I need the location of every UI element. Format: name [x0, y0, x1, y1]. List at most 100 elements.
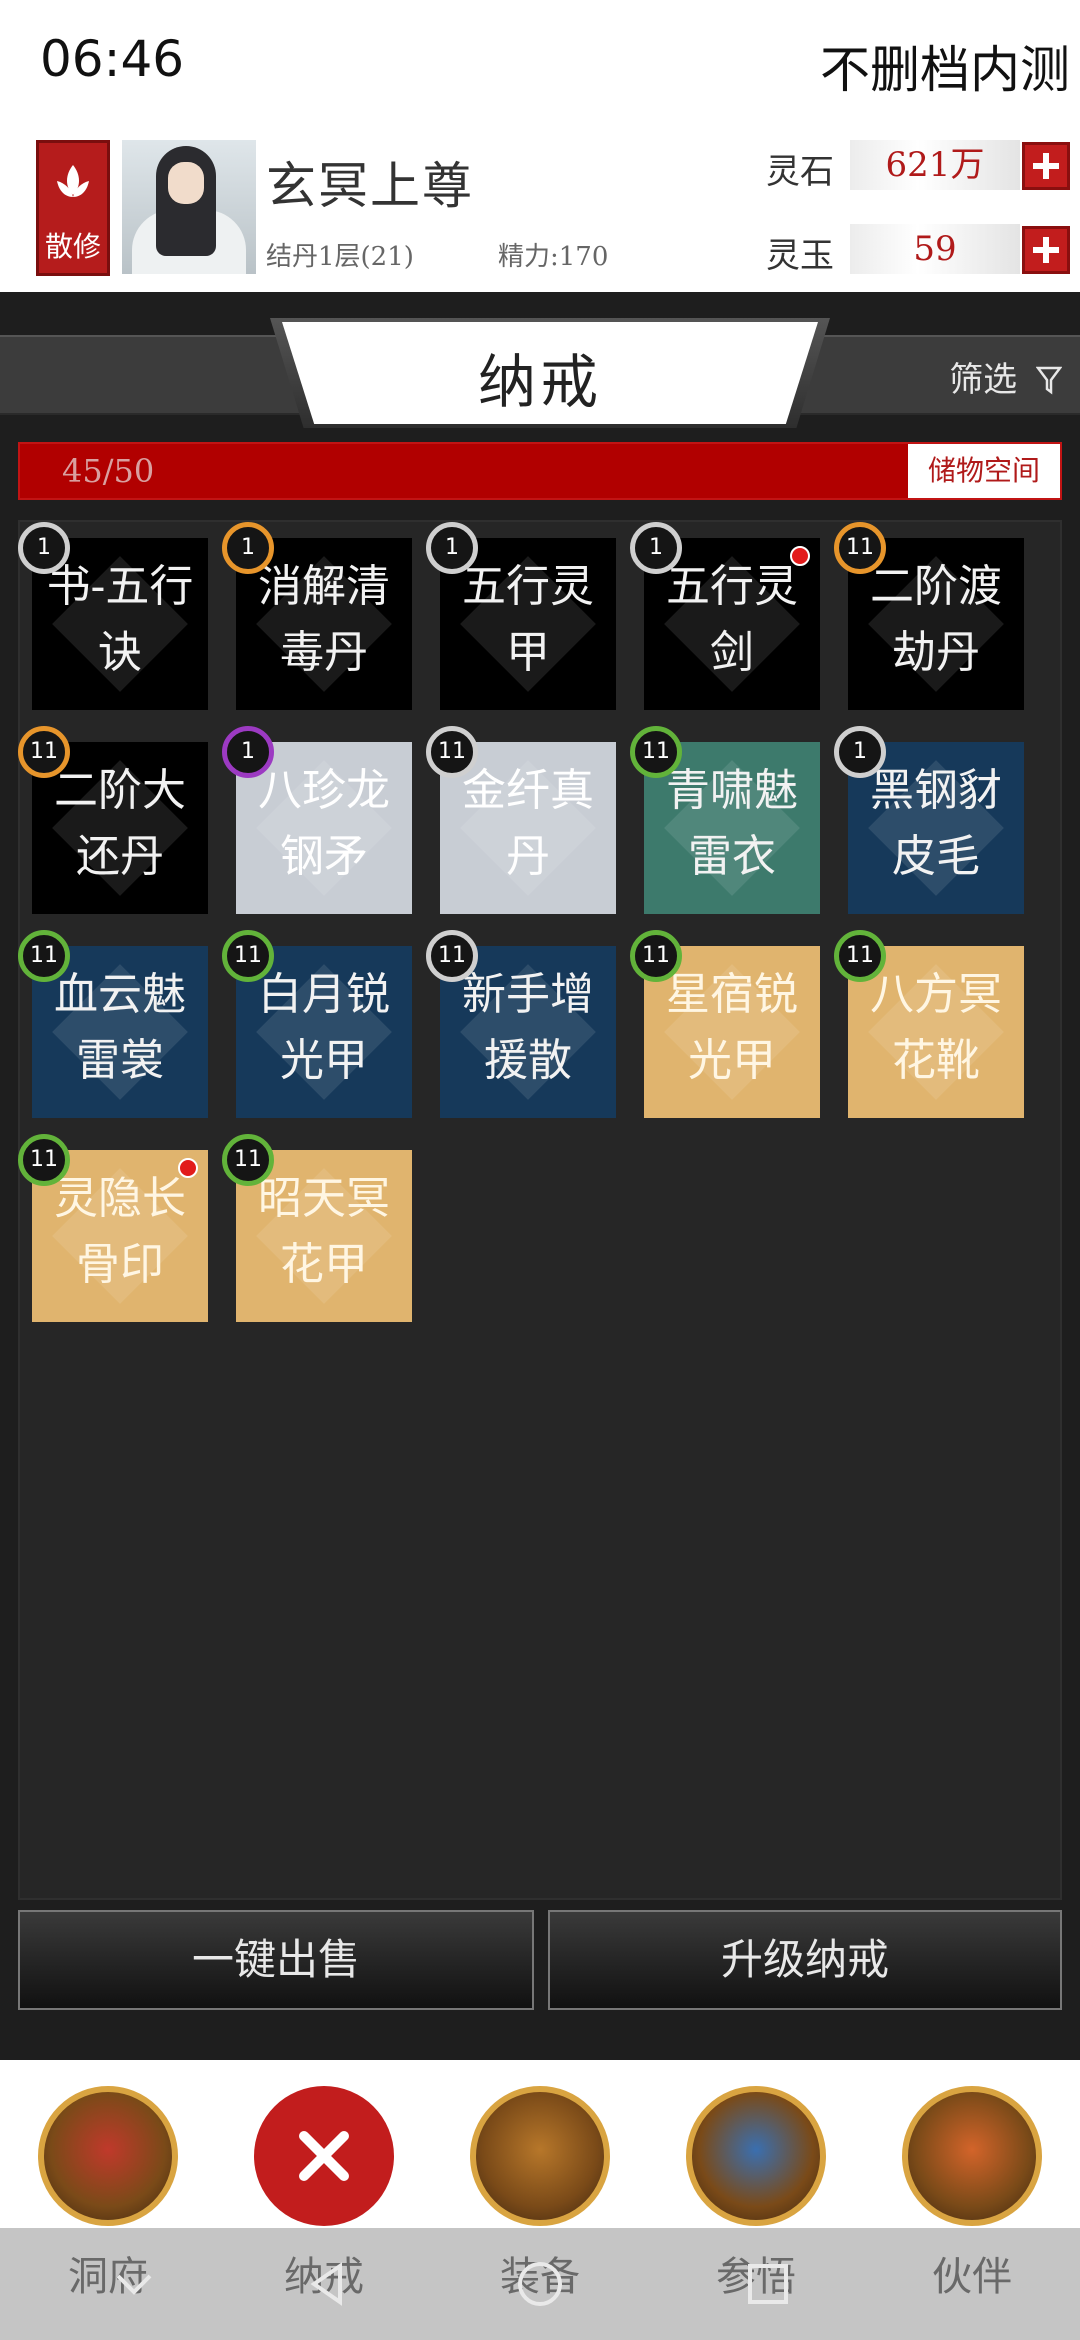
sell-all-button[interactable]: 一键出售 — [18, 1910, 534, 2010]
item-name: 消解清 毒丹 — [236, 554, 412, 686]
inventory-item[interactable]: 灵隐长 骨印 11 — [18, 1134, 208, 1322]
item-level-badge: 11 — [18, 1134, 70, 1186]
item-name-line: 花甲 — [280, 1239, 368, 1290]
item-level-badge: 1 — [834, 726, 886, 778]
collapse-icon[interactable] — [104, 2254, 164, 2314]
item-name-line: 光甲 — [688, 1035, 776, 1086]
item-name-line: 毒丹 — [280, 627, 368, 678]
item-name: 灵隐长 骨印 — [32, 1166, 208, 1298]
item-name-line: 光甲 — [280, 1035, 368, 1086]
recents-icon[interactable] — [738, 2254, 798, 2314]
player-name: 玄冥上尊 — [266, 157, 474, 215]
item-name: 昭天冥 花甲 — [236, 1166, 412, 1298]
status-bar: 06:46 不删档内测 — [0, 0, 1080, 130]
inventory-item[interactable]: 二阶大 还丹 11 — [18, 726, 208, 914]
item-name-line: 花靴 — [892, 1035, 980, 1086]
item-name-line: 雷衣 — [688, 831, 776, 882]
storage-capacity-fill — [20, 444, 956, 498]
item-name-line: 还丹 — [76, 831, 164, 882]
avatar[interactable] — [122, 140, 256, 274]
player-header: 散修 玄冥上尊 结丹1层(21) 精力:170 灵石 621万 灵玉 59 — [0, 130, 1080, 292]
item-name: 白月锐 光甲 — [236, 962, 412, 1094]
inventory-item[interactable]: 黑钢豺 皮毛 1 — [834, 726, 1024, 914]
inventory-item[interactable]: 五行灵甲 1 — [426, 522, 616, 710]
item-grid: 书-五行诀 1 消解清 毒丹 1 五行灵甲 1 五行灵剑 1 二阶渡 劫丹 11 二阶大 还丹 11 八珍龙钢… — [18, 520, 1062, 1900]
filter-icon — [1036, 366, 1062, 395]
spirit-jade-value: 59 — [850, 224, 1020, 274]
item-name-line: 劫丹 — [892, 627, 980, 678]
filter-label: 筛选 — [949, 360, 1018, 400]
storage-count: 45/50 — [62, 452, 155, 490]
back-icon[interactable] — [300, 2254, 360, 2314]
item-level-badge: 11 — [426, 726, 478, 778]
item-name-line: 援散 — [484, 1035, 572, 1086]
new-indicator-dot — [790, 546, 810, 566]
inventory-item[interactable]: 八珍龙 钢矛 1 — [222, 726, 412, 914]
page-title: 纳戒 — [477, 348, 602, 416]
item-level-badge: 11 — [222, 930, 274, 982]
inventory-item[interactable]: 星宿锐 光甲 11 — [630, 930, 820, 1118]
item-name-line: 雷裳 — [76, 1035, 164, 1086]
item-name-line: 钢矛 — [280, 831, 368, 882]
item-level-badge: 1 — [426, 522, 478, 574]
item-name: 血云魅 雷裳 — [32, 962, 208, 1094]
item-level-badge: 11 — [222, 1134, 274, 1186]
item-name: 书-五行诀 — [32, 554, 208, 686]
item-name-line: 诀 — [98, 627, 142, 678]
item-level-badge: 11 — [834, 522, 886, 574]
inventory-item[interactable]: 昭天冥 花甲 11 — [222, 1134, 412, 1322]
scroll-icon — [686, 2086, 826, 2226]
inventory-item[interactable]: 五行灵剑 1 — [630, 522, 820, 710]
item-level-badge: 1 — [18, 522, 70, 574]
inventory-item[interactable]: 青啸魅 雷衣 11 — [630, 726, 820, 914]
spirit-jade-label: 灵玉 — [766, 236, 834, 276]
item-level-badge: 11 — [630, 726, 682, 778]
home-icon[interactable] — [510, 2254, 570, 2314]
inventory-item[interactable]: 新手增 援散 11 — [426, 930, 616, 1118]
clock: 06:46 — [40, 30, 185, 88]
inventory-item[interactable]: 血云魅 雷裳 11 — [18, 930, 208, 1118]
upgrade-ring-button[interactable]: 升级纳戒 — [548, 1910, 1062, 2010]
storage-space-button[interactable]: 储物空间 — [908, 444, 1060, 498]
item-name: 八珍龙 钢矛 — [236, 758, 412, 890]
add-spirit-jade-button[interactable] — [1022, 226, 1070, 274]
item-name-line: 皮毛 — [892, 831, 980, 882]
inventory-item[interactable]: 二阶渡 劫丹 11 — [834, 522, 1024, 710]
storage-capacity-bar: 45/50 储物空间 — [18, 442, 1062, 500]
inventory-item[interactable]: 八方冥 花靴 11 — [834, 930, 1024, 1118]
system-nav-bar — [0, 2228, 1080, 2340]
spirit-stone-value: 621万 — [850, 140, 1020, 190]
helmet-icon — [470, 2086, 610, 2226]
item-name: 八方冥 花靴 — [848, 962, 1024, 1094]
item-name: 黑钢豺 皮毛 — [848, 758, 1024, 890]
item-name: 五行灵剑 — [644, 554, 820, 686]
item-level-badge: 1 — [222, 522, 274, 574]
inventory-item[interactable]: 白月锐 光甲 11 — [222, 930, 412, 1118]
item-name-line: 骨印 — [76, 1239, 164, 1290]
inventory-item[interactable]: 金纤真丹 11 — [426, 726, 616, 914]
lotus-icon — [57, 165, 89, 197]
item-level-badge: 11 — [18, 930, 70, 982]
add-spirit-stone-button[interactable] — [1022, 142, 1070, 190]
item-name-line: 丹 — [506, 831, 550, 882]
item-name: 五行灵甲 — [440, 554, 616, 686]
item-name-line: 甲 — [506, 627, 550, 678]
inventory-item[interactable]: 消解清 毒丹 1 — [222, 522, 412, 710]
item-level-badge: 11 — [18, 726, 70, 778]
mansion-icon — [38, 2086, 178, 2226]
cultivation-realm: 结丹1层(21) — [266, 242, 414, 272]
spirit-stone-label: 灵石 — [766, 152, 834, 192]
item-name-line: 剑 — [710, 627, 754, 678]
sect-label: 散修 — [44, 230, 101, 263]
item-level-badge: 11 — [630, 930, 682, 982]
stamina: 精力:170 — [498, 242, 609, 272]
item-level-badge: 1 — [222, 726, 274, 778]
partner-icon — [902, 2086, 1042, 2226]
sect-badge[interactable]: 散修 — [36, 140, 110, 276]
new-indicator-dot — [178, 1158, 198, 1178]
item-level-badge: 11 — [834, 930, 886, 982]
inventory-item[interactable]: 书-五行诀 1 — [18, 522, 208, 710]
item-level-badge: 1 — [630, 522, 682, 574]
filter-button[interactable]: 筛选 — [949, 352, 1062, 401]
item-name: 星宿锐 光甲 — [644, 962, 820, 1094]
